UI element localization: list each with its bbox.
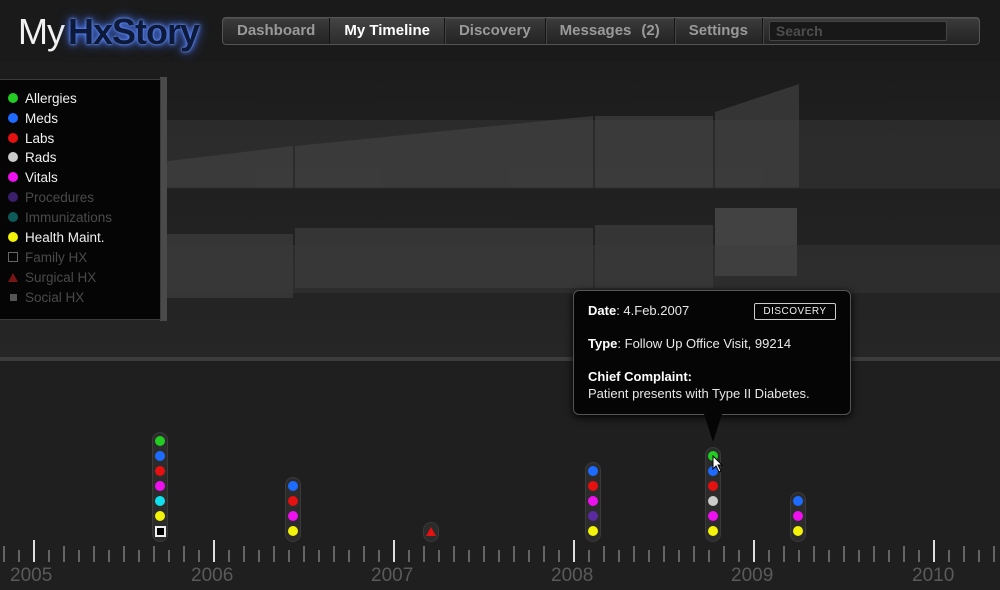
tooltip-complaint-value: Patient presents with Type II Diabetes. <box>588 386 810 401</box>
tooltip-type-row: Type: Follow Up Office Visit, 99214 <box>588 336 792 351</box>
meds-event-icon[interactable] <box>288 481 298 491</box>
tooltip-pointer <box>704 414 722 442</box>
labs-event-icon[interactable] <box>288 496 298 506</box>
social-hx-square-icon <box>10 293 17 301</box>
tab-settings[interactable]: Settings <box>675 18 763 44</box>
year-label: 2006 <box>191 565 234 586</box>
allergies-dot-icon <box>8 93 18 103</box>
vitals-event-icon[interactable] <box>793 511 803 521</box>
health-maint-dot-icon <box>8 232 18 242</box>
tab-discovery[interactable]: Discovery <box>445 18 546 44</box>
procedures-event-icon[interactable] <box>588 511 598 521</box>
legend-item-family-hx[interactable]: Family HX <box>8 247 87 267</box>
meds-event-icon[interactable] <box>155 451 165 461</box>
allergies-event-icon[interactable] <box>155 436 165 446</box>
tab-my-timeline[interactable]: My Timeline <box>330 18 445 44</box>
legend-item-social-hx[interactable]: Social HX <box>8 287 84 307</box>
legend-item-surgical-hx[interactable]: Surgical HX <box>8 267 96 287</box>
event-tooltip: Date: 4.Feb.2007 DISCOVERY Type: Follow … <box>573 290 851 442</box>
tooltip-complaint-label: Chief Complaint: <box>588 369 692 384</box>
legend-item-vitals[interactable]: Vitals <box>8 167 58 187</box>
main-nav: Dashboard My Timeline Discovery Messages… <box>222 17 980 45</box>
tab-messages-label: Messages <box>559 22 632 39</box>
search-input[interactable] <box>768 21 947 41</box>
rads-event-icon[interactable] <box>708 496 718 506</box>
labs-dot-icon <box>8 133 18 143</box>
tooltip-date-row: Date: 4.Feb.2007 <box>588 303 690 318</box>
legend-item-rads[interactable]: Rads <box>8 147 57 167</box>
health-maint-event-icon[interactable] <box>155 511 165 521</box>
procedures-dot-icon <box>8 192 18 202</box>
tab-dashboard[interactable]: Dashboard <box>223 18 331 44</box>
health-maint-event-icon[interactable] <box>793 526 803 536</box>
tab-messages[interactable]: Messages (2) <box>546 18 675 44</box>
vitals-event-icon[interactable] <box>708 511 718 521</box>
band-highlight <box>160 120 1000 188</box>
legend-drag-handle[interactable] <box>160 77 167 321</box>
meds-event-icon[interactable] <box>588 466 598 476</box>
family-hx-event-icon[interactable] <box>155 526 166 537</box>
vitals-dot-icon <box>8 172 18 182</box>
health-maint-event-icon[interactable] <box>588 526 598 536</box>
family-hx-square-icon <box>8 252 18 262</box>
band-highlight <box>160 245 1000 293</box>
labs-event-icon[interactable] <box>155 466 165 476</box>
top-bar: My HxStory Dashboard My Timeline Discover… <box>0 0 1000 62</box>
legend-item-labs[interactable]: Labs <box>8 128 54 148</box>
immunizations-dot-icon <box>8 212 18 222</box>
labs-event-icon[interactable] <box>708 481 718 491</box>
timeline-axis <box>0 540 1000 590</box>
mouse-cursor-icon <box>712 455 724 473</box>
year-label: 2009 <box>731 565 774 586</box>
app-logo[interactable]: My HxStory <box>18 10 200 54</box>
surgical-hx-event-icon[interactable] <box>426 527 436 537</box>
vitals-event-icon[interactable] <box>288 511 298 521</box>
health-maint-event-icon[interactable] <box>288 526 298 536</box>
labs-event-icon[interactable] <box>588 481 598 491</box>
year-label: 2010 <box>912 565 955 586</box>
year-label: 2007 <box>371 565 414 586</box>
legend-item-allergies[interactable]: Allergies <box>8 88 77 108</box>
legend-item-meds[interactable]: Meds <box>8 108 58 128</box>
messages-count-badge: (2) <box>641 22 660 39</box>
surgical-hx-triangle-icon <box>8 272 18 282</box>
legend-item-immunizations[interactable]: Immunizations <box>8 207 112 227</box>
discovery-badge-button[interactable]: DISCOVERY <box>754 303 836 320</box>
tooltip-date-value: 4.Feb.2007 <box>623 303 690 318</box>
cyan-event-icon[interactable] <box>155 496 165 506</box>
year-label: 2008 <box>551 565 594 586</box>
meds-dot-icon <box>8 113 18 123</box>
meds-event-icon[interactable] <box>793 496 803 506</box>
vitals-event-icon[interactable] <box>588 496 598 506</box>
axis-ticks <box>3 540 995 562</box>
search-box <box>763 18 979 44</box>
health-maint-event-icon[interactable] <box>708 526 718 536</box>
legend-item-procedures[interactable]: Procedures <box>8 187 94 207</box>
rads-dot-icon <box>8 152 18 162</box>
legend-item-health-maint[interactable]: Health Maint. <box>8 227 105 247</box>
category-legend: Allergies Meds Labs Rads Vitals Procedur… <box>0 79 161 320</box>
vitals-event-icon[interactable] <box>155 481 165 491</box>
tooltip-type-value: Follow Up Office Visit, 99214 <box>624 336 792 351</box>
year-label: 2005 <box>10 565 53 586</box>
